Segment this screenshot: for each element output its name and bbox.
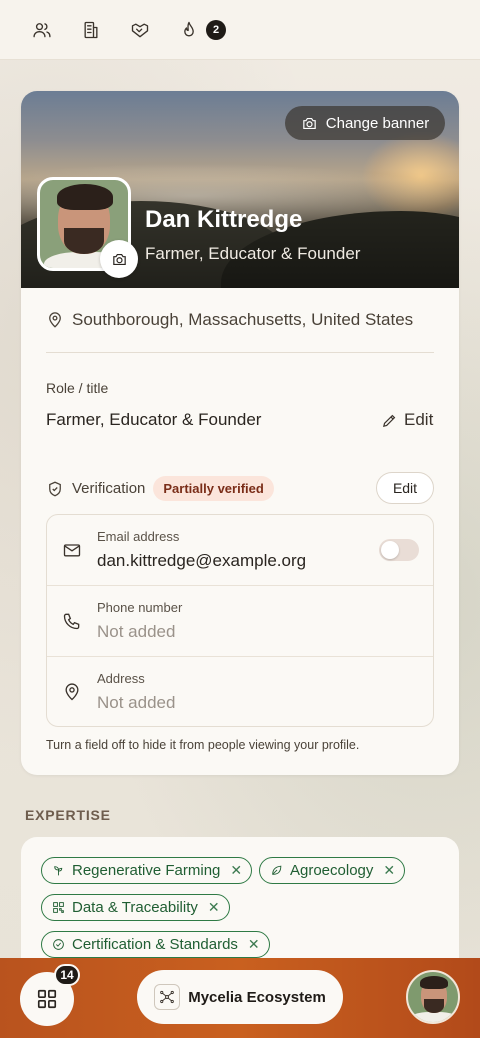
map-pin-icon [49, 312, 61, 328]
profile-name: Dan Kittredge [145, 206, 303, 233]
people-icon[interactable] [30, 18, 54, 42]
ecosystem-label: Mycelia Ecosystem [188, 988, 326, 1006]
chip-label: Regenerative Farming [72, 862, 221, 879]
fields-hint: Turn a field off to hide it from people … [46, 738, 360, 752]
expertise-chip[interactable]: Regenerative Farming ✕ [41, 857, 253, 884]
shield-check-icon [49, 481, 61, 496]
expertise-heading: EXPERTISE [25, 807, 111, 823]
map-pin-icon [62, 682, 82, 702]
field-label: Email address [97, 529, 180, 544]
camera-icon [112, 253, 126, 265]
change-banner-button[interactable]: Change banner [285, 106, 445, 140]
role-value: Farmer, Educator & Founder [46, 410, 262, 429]
mail-icon [62, 540, 82, 560]
email-visibility-toggle[interactable] [379, 539, 419, 561]
field-row-phone: Phone number Not added [47, 586, 433, 657]
top-navigation [0, 0, 480, 60]
remove-chip-icon[interactable]: ✕ [208, 899, 220, 916]
role-edit-button[interactable]: Edit [381, 410, 433, 430]
handshake-icon[interactable] [128, 18, 152, 42]
field-value: Not added [97, 622, 176, 641]
ecosystem-button[interactable]: Mycelia Ecosystem [137, 970, 343, 1024]
location-text: Southborough, Massachusetts, United Stat… [72, 310, 414, 329]
role-edit-label: Edit [404, 410, 434, 429]
field-row-address: Address Not added [47, 657, 433, 726]
flame-icon[interactable] [177, 18, 201, 42]
chip-label: Agroecology [290, 862, 374, 879]
expertise-chip[interactable]: Agroecology ✕ [259, 857, 406, 884]
sprout-icon [54, 866, 63, 876]
qr-code-icon [53, 902, 64, 913]
grid-icon [37, 989, 57, 1009]
profile-location: Southborough, Massachusetts, United Stat… [46, 310, 413, 330]
remove-chip-icon[interactable]: ✕ [383, 862, 395, 879]
apps-badge: 14 [54, 964, 80, 986]
chip-label: Data & Traceability [72, 899, 198, 916]
field-label: Phone number [97, 600, 183, 615]
field-row-email: Email address dan.kittredge@example.org [47, 515, 433, 586]
chip-label: Certification & Standards [72, 936, 238, 953]
bottom-bar: 14 Mycelia Ecosystem [0, 958, 480, 1038]
expertise-card: Regenerative Farming ✕ Agroecology ✕ Dat… [21, 837, 459, 977]
change-banner-label: Change banner [325, 114, 430, 132]
leaf-icon [272, 865, 282, 875]
divider [46, 352, 434, 353]
remove-chip-icon[interactable]: ✕ [248, 936, 260, 953]
remove-chip-icon[interactable]: ✕ [230, 862, 242, 879]
user-avatar[interactable] [406, 970, 460, 1024]
field-label: Address [97, 671, 145, 686]
field-value: dan.kittredge@example.org [97, 551, 307, 570]
profile-card: Change banner Dan Kittredge Farmer, Educ… [21, 91, 459, 775]
verification-status-badge: Partially verified [153, 476, 274, 501]
mycelia-logo-icon [154, 984, 181, 1010]
notification-badge: 2 [206, 20, 226, 40]
verification-edit-button[interactable]: Edit [376, 472, 434, 504]
avatar-camera-button[interactable] [100, 240, 138, 278]
check-circle-icon [53, 939, 64, 950]
camera-icon [303, 117, 316, 129]
building-icon[interactable] [79, 18, 103, 42]
role-label: Role / title [46, 380, 109, 396]
expertise-chip[interactable]: Data & Traceability ✕ [41, 894, 230, 921]
verification-label: Verification [72, 480, 146, 497]
profile-subtitle: Farmer, Educator & Founder [145, 244, 361, 263]
verification-row: Verification Partially verified [46, 476, 274, 501]
pencil-icon [383, 414, 396, 427]
contact-fields: Email address dan.kittredge@example.org … [46, 514, 434, 727]
phone-icon [62, 611, 82, 631]
expertise-chip[interactable]: Certification & Standards ✕ [41, 931, 270, 958]
field-value: Not added [97, 693, 176, 712]
